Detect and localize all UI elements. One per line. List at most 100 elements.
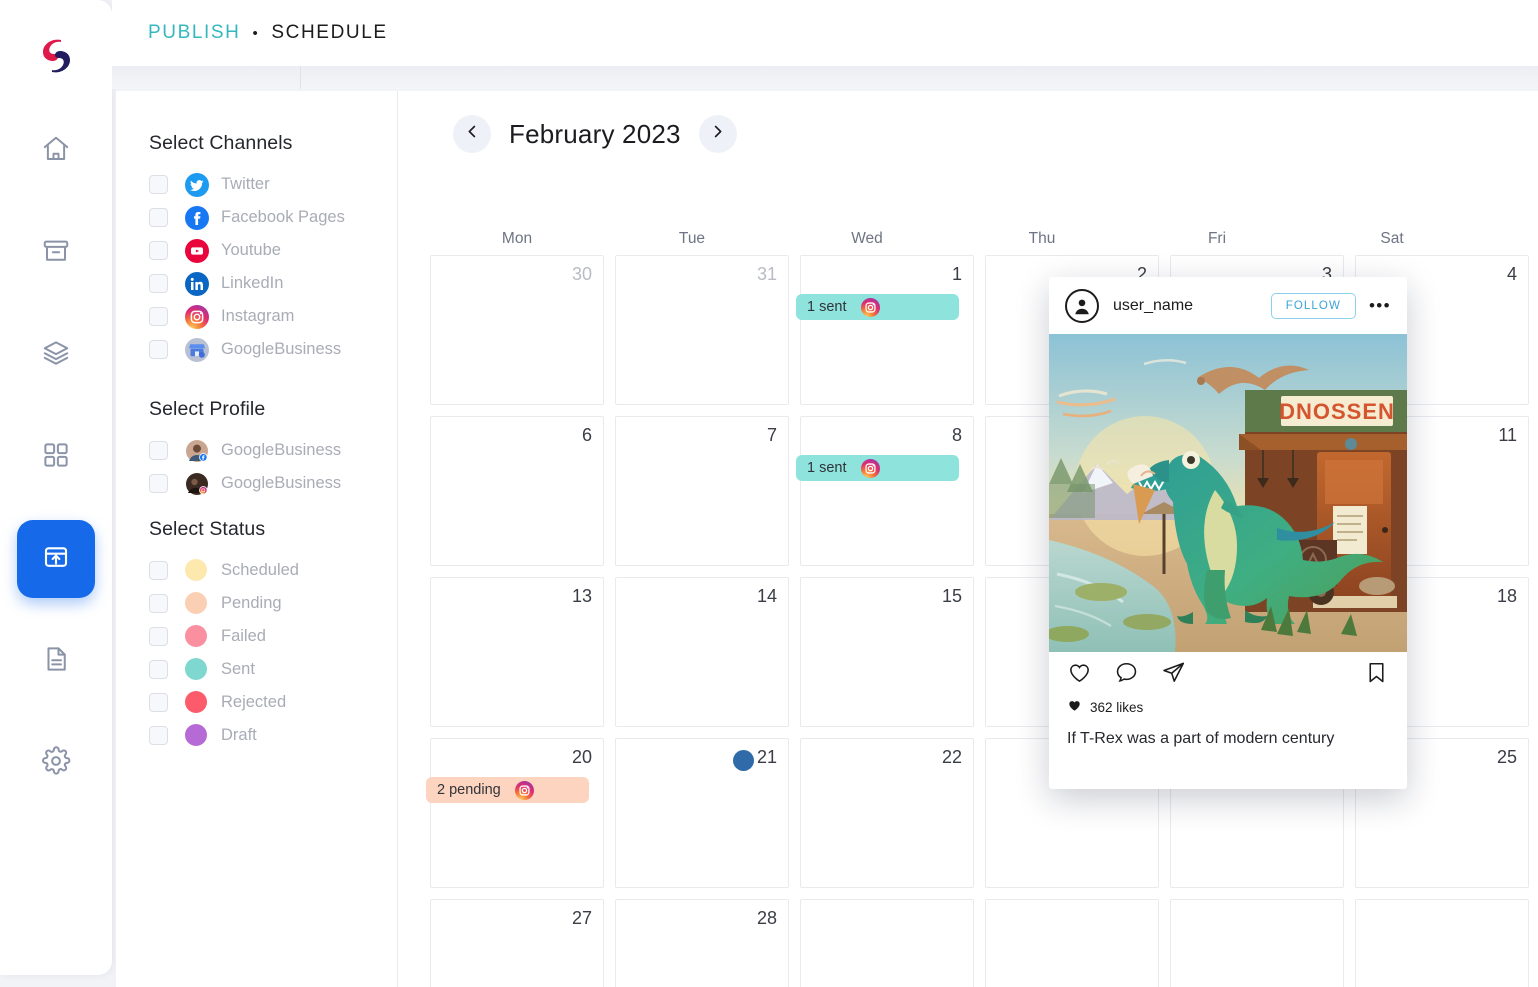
status-option-pending[interactable]: Pending [149, 591, 299, 616]
calendar-day-cell[interactable]: 14 [615, 577, 789, 727]
heart-icon[interactable] [1067, 660, 1092, 690]
status-checkbox-sent[interactable] [149, 660, 168, 679]
calendar-day-cell[interactable]: 6 [430, 416, 604, 566]
channel-option-youtube[interactable]: Youtube [149, 238, 345, 263]
status-option-sent[interactable]: Sent [149, 657, 299, 681]
status-color-dot [185, 591, 209, 616]
day-number: 21 [756, 747, 777, 767]
channel-checkbox-youtube[interactable] [149, 241, 168, 260]
channel-label: Facebook Pages [221, 208, 345, 226]
profile-option-2[interactable]: GoogleBusiness [149, 472, 341, 495]
calendar-day-cell[interactable]: 28 [615, 899, 789, 987]
status-color-dot [185, 690, 209, 715]
day-number: 15 [941, 586, 962, 606]
calendar-day-cell[interactable]: 22 [800, 738, 974, 888]
channel-option-linkedin[interactable]: LinkedIn [149, 271, 345, 296]
status-option-failed[interactable]: Failed [149, 624, 299, 648]
preview-likes-row: 362 likes [1049, 698, 1407, 717]
brand-logo-icon[interactable] [30, 30, 82, 82]
sidebar-item-inbox[interactable] [17, 214, 95, 292]
preview-caption: If T-Rex was a part of modern century [1067, 730, 1335, 747]
calendar-day-cell[interactable]: 7 [615, 416, 789, 566]
status-option-scheduled[interactable]: Scheduled [149, 558, 299, 583]
instagram-post-preview[interactable]: user_name FOLLOW ••• DNOSSEN 362 likes I… [1049, 277, 1407, 789]
bookmark-icon[interactable] [1364, 660, 1389, 690]
channel-checkbox-googlebusiness[interactable] [149, 340, 168, 359]
status-color-dot [185, 558, 209, 583]
share-icon[interactable] [1161, 660, 1186, 690]
breadcrumb-schedule[interactable]: SCHEDULE [271, 22, 387, 44]
calendar-event-pill[interactable]: 1 sent [796, 455, 959, 481]
instagram-icon [860, 297, 880, 317]
calendar-day-cell[interactable] [1355, 899, 1529, 987]
calendar-day-cell[interactable]: 21 [615, 738, 789, 888]
topbar-underlay [112, 66, 1538, 89]
youtube-icon [185, 238, 209, 263]
day-number: 25 [1496, 747, 1517, 767]
status-checkbox-rejected[interactable] [149, 693, 168, 712]
preview-username: user_name [1113, 296, 1194, 314]
sidebar-item-publish[interactable] [17, 520, 95, 598]
channel-option-twitter[interactable]: Twitter [149, 172, 345, 197]
profile-label: GoogleBusiness [221, 474, 342, 492]
profile-checkbox-1[interactable] [149, 441, 168, 460]
channel-checkbox-twitter[interactable] [149, 175, 168, 194]
channel-option-googlebusiness[interactable]: GoogleBusiness [149, 337, 345, 362]
day-number: 31 [756, 264, 777, 284]
dow-tue: Tue [678, 230, 706, 247]
calendar-day-cell[interactable]: 31 [615, 255, 789, 405]
status-checkbox-pending[interactable] [149, 594, 168, 613]
calendar-day-cell[interactable]: 13 [430, 577, 604, 727]
prev-month-button[interactable] [453, 115, 491, 153]
calendar-day-cell[interactable] [1170, 899, 1344, 987]
profile-checkbox-2[interactable] [149, 474, 168, 493]
profile-option-1[interactable]: GoogleBusiness [149, 439, 341, 462]
sidebar-item-apps[interactable] [17, 418, 95, 496]
day-of-week-header: Mon Tue Wed Thu Fri Sat [430, 230, 1538, 248]
status-checkbox-draft[interactable] [149, 726, 168, 745]
channel-checkbox-linkedin[interactable] [149, 274, 168, 293]
breadcrumb-publish[interactable]: PUBLISH [148, 22, 241, 44]
status-label: Draft [221, 726, 257, 744]
status-checkbox-scheduled[interactable] [149, 561, 168, 580]
sidebar-item-settings[interactable] [17, 724, 95, 802]
dow-mon: Mon [501, 230, 533, 247]
calendar-day-cell[interactable]: 8 1 sent [796, 416, 974, 566]
calendar-day-cell[interactable]: 15 [800, 577, 974, 727]
sidebar-item-reports[interactable] [17, 622, 95, 700]
calendar-day-cell[interactable] [800, 899, 974, 987]
calendar-navigation: February 2023 [453, 115, 737, 153]
status-checkbox-failed[interactable] [149, 627, 168, 646]
channel-option-facebook-pages[interactable]: Facebook Pages [149, 205, 345, 230]
channel-checkbox-facebook-pages[interactable] [149, 208, 168, 227]
calendar-event-pill[interactable]: 1 sent [796, 294, 959, 320]
follow-button[interactable]: FOLLOW [1270, 292, 1356, 319]
more-options-icon[interactable]: ••• [1369, 297, 1391, 314]
app-root: PUBLISH • SCHEDULE Select Channels Twitt… [0, 0, 1538, 987]
status-option-draft[interactable]: Draft [149, 723, 299, 747]
dow-wed: Wed [851, 230, 883, 247]
channel-checkbox-instagram[interactable] [149, 307, 168, 326]
status-option-rejected[interactable]: Rejected [149, 690, 299, 715]
calendar-day-cell[interactable] [985, 899, 1159, 987]
publish-icon [41, 542, 71, 577]
left-nav-rail [0, 0, 112, 975]
day-number: 18 [1496, 586, 1517, 606]
calendar-day-cell[interactable]: 30 [430, 255, 604, 405]
comment-icon[interactable] [1114, 660, 1139, 690]
select-channels-title: Select Channels [149, 132, 293, 154]
sidebar-item-layers[interactable] [17, 316, 95, 394]
next-month-button[interactable] [698, 115, 737, 153]
calendar-day-cell[interactable]: 1 1 sent [796, 255, 974, 405]
calendar-event-pill[interactable]: 2 pending [426, 777, 589, 803]
channel-option-instagram[interactable]: Instagram [149, 304, 345, 329]
select-channels-section: Select Channels Twitter Facebook Pages Y… [149, 132, 345, 362]
today-marker [733, 750, 754, 771]
layers-icon [41, 338, 71, 373]
calendar-day-cell[interactable]: 20 2 pending [426, 738, 604, 888]
sidebar-item-home[interactable] [17, 112, 95, 190]
day-number: 4 [1506, 264, 1517, 284]
calendar-day-cell[interactable]: 27 [430, 899, 604, 987]
dow-fri: Fri [1207, 230, 1227, 247]
status-label: Failed [221, 627, 266, 645]
